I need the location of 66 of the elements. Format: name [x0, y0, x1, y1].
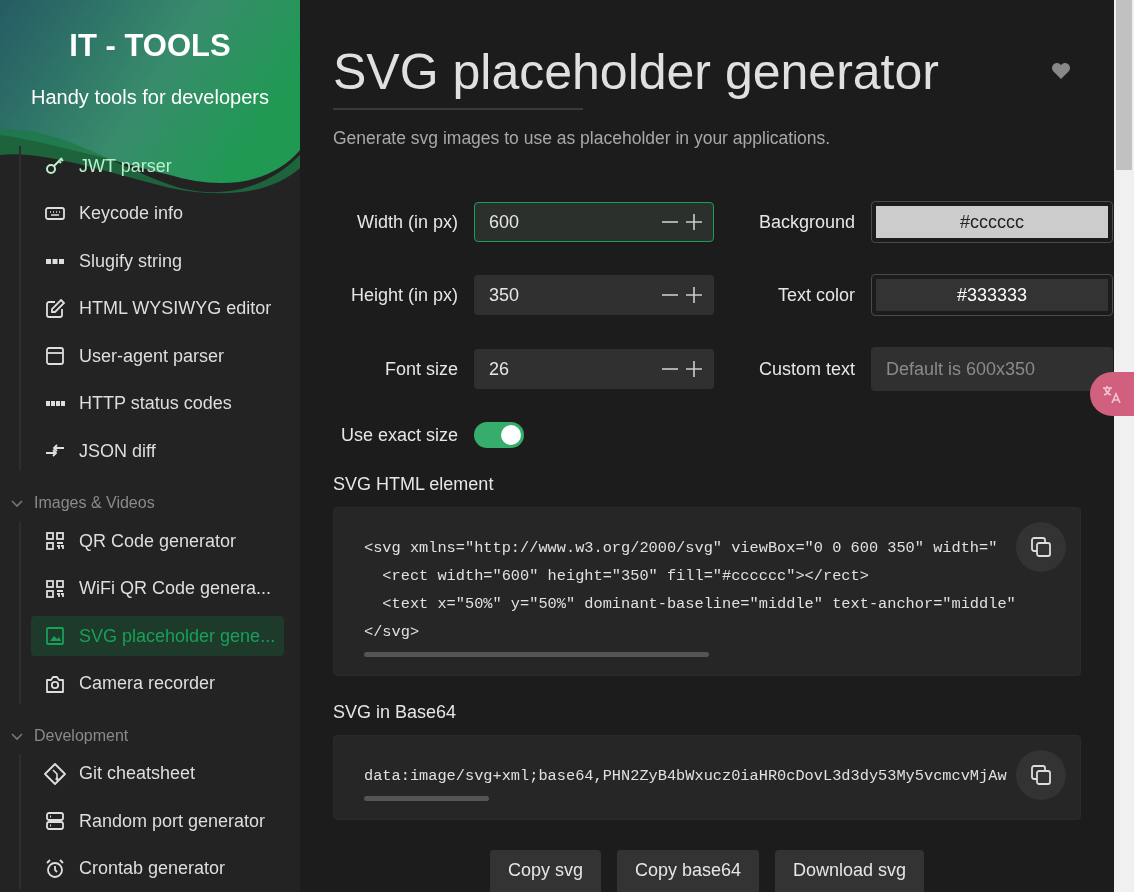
- sidebar-item[interactable]: JWT parser: [31, 146, 284, 186]
- group-heading[interactable]: Development: [34, 726, 129, 745]
- key-icon: [44, 155, 66, 177]
- translate-button[interactable]: [1090, 372, 1134, 416]
- code-line: </svg>: [364, 622, 420, 643]
- color-picker[interactable]: #333333: [871, 274, 1113, 316]
- qr-code-icon: [44, 530, 66, 552]
- diamond-icon: [44, 762, 66, 785]
- sidebar-item[interactable]: WiFi QR Code genera...: [31, 568, 284, 609]
- action-button[interactable]: Download svg: [775, 850, 925, 892]
- color-picker[interactable]: #cccccc: [871, 201, 1113, 243]
- sidebar-item[interactable]: User-agent parser: [31, 336, 284, 376]
- field-label: Use exact size: [339, 424, 458, 446]
- field-label: Custom text: [757, 358, 855, 380]
- page-description: Generate svg images to use as placeholder in your applications.: [333, 128, 832, 149]
- number-input[interactable]: 26: [474, 349, 714, 389]
- edit-icon: [44, 297, 66, 320]
- sidebar-item[interactable]: SVG placeholder gene...: [31, 616, 284, 656]
- copy-icon: [1030, 536, 1052, 558]
- field-label: Font size: [383, 358, 458, 380]
- heart-icon[interactable]: [1051, 62, 1071, 80]
- code-line: <svg xmlns="http://www.w3.org/2000/svg" viewBox="0 0 600 350" width=": [364, 538, 998, 559]
- toggle-switch[interactable]: [474, 422, 524, 448]
- text-icon: [46, 258, 64, 264]
- alarm-clock-icon: [44, 857, 66, 880]
- sidebar-item[interactable]: Keycode info: [31, 193, 284, 234]
- scrollbar-thumb[interactable]: [1116, 0, 1132, 170]
- plus-icon[interactable]: [685, 360, 703, 378]
- app-title: IT - TOOLS: [69, 28, 231, 64]
- sidebar-item[interactable]: JSON diff: [31, 431, 284, 471]
- group-heading[interactable]: Images & Videos: [34, 494, 155, 512]
- sidebar-item[interactable]: Git cheatsheet: [31, 753, 284, 794]
- sidebar-item[interactable]: HTML WYSIWYG editor: [31, 288, 284, 329]
- sidebar-item[interactable]: Camera recorder: [31, 663, 284, 704]
- section-label: SVG HTML element: [333, 474, 495, 495]
- image-icon: [44, 625, 66, 647]
- translate-icon: [1100, 383, 1122, 405]
- sidebar-item[interactable]: QR Code generator: [31, 521, 284, 561]
- field-label: Text color: [776, 284, 855, 306]
- server-icon: [44, 810, 66, 832]
- field-label: Height (in px): [349, 284, 458, 306]
- window-icon: [44, 345, 66, 367]
- sidebar-item[interactable]: Slugify string: [31, 241, 284, 281]
- code-line: <text x="50%" y="50%" dominant-baseline="middle" text-anchor="middle": [381, 594, 1016, 615]
- number-input[interactable]: 600: [474, 202, 714, 242]
- http-icon: [45, 401, 65, 406]
- copy-icon: [1030, 764, 1052, 786]
- sidebar-item[interactable]: Random port generator: [31, 801, 284, 841]
- copy-button[interactable]: [1016, 750, 1066, 800]
- sidebar-item[interactable]: Crontab generator: [31, 848, 284, 889]
- plus-icon[interactable]: [685, 213, 703, 231]
- section-label: SVG in Base64: [333, 702, 458, 723]
- action-button[interactable]: Copy base64: [616, 850, 760, 892]
- sidebar-item[interactable]: HTTP status codes: [31, 383, 284, 424]
- plus-icon[interactable]: [685, 286, 703, 304]
- number-input[interactable]: 350: [474, 275, 714, 315]
- code-line: data:image/svg+xml;base64,PHN2ZyB4bWxucz0iaHR0cDovL3d3dy53My5vcmcvMjAw: [364, 766, 1007, 787]
- custom-text-input[interactable]: Default is 600x350: [871, 347, 1113, 391]
- page-title: SVG placeholder generator: [333, 43, 939, 102]
- field-label: Background: [757, 211, 855, 233]
- field-label: Width (in px): [355, 211, 458, 233]
- code-line: <rect width="600" height="350" fill="#cccccc"></rect>: [381, 566, 869, 587]
- app-subtitle: Handy tools for developers: [31, 86, 269, 109]
- copy-button[interactable]: [1016, 522, 1066, 572]
- qr-code-icon: [44, 577, 66, 600]
- action-button[interactable]: Copy svg: [489, 850, 601, 892]
